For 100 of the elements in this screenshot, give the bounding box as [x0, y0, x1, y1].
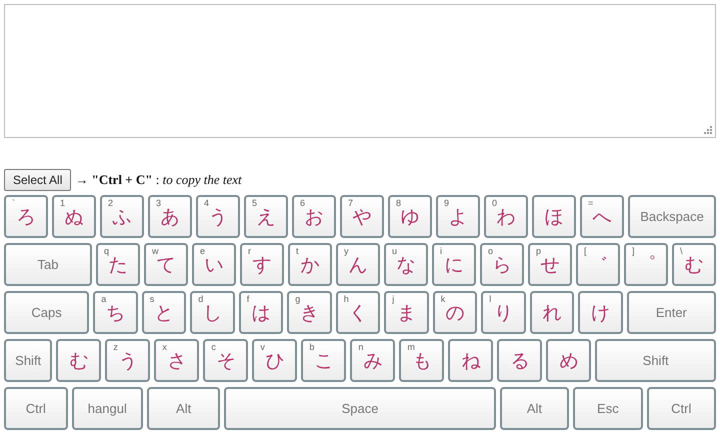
- key[interactable]: 6 お: [292, 195, 336, 238]
- key[interactable]: Alt: [147, 387, 220, 430]
- key-label: へ: [592, 206, 612, 230]
- key[interactable]: r す: [240, 243, 284, 286]
- key[interactable]: e い: [192, 243, 236, 286]
- key[interactable]: Ctrl: [646, 387, 716, 430]
- key[interactable]: れ: [530, 291, 574, 334]
- key[interactable]: Backspace: [628, 195, 716, 238]
- key-label: ひ: [265, 350, 284, 374]
- key-label: め: [559, 350, 578, 374]
- key-hint: m: [407, 343, 415, 352]
- key-hint: ]: [632, 247, 635, 256]
- key[interactable]: む: [56, 339, 102, 382]
- key[interactable]: Esc: [573, 387, 643, 430]
- key[interactable]: d し: [190, 291, 235, 334]
- key[interactable]: る: [497, 339, 542, 382]
- key[interactable]: Space: [224, 387, 496, 430]
- key-label: は: [251, 302, 270, 326]
- key-hint: s: [150, 295, 154, 304]
- key-label: ゆ: [400, 206, 420, 230]
- key-hint: l: [489, 295, 492, 304]
- key[interactable]: 3 あ: [148, 195, 192, 238]
- key[interactable]: け: [578, 291, 623, 334]
- key-label: ゛: [588, 254, 608, 278]
- key[interactable]: Caps: [4, 291, 90, 334]
- key-label: ま: [396, 302, 416, 326]
- key[interactable]: j ま: [384, 291, 429, 334]
- key[interactable]: Shift: [595, 339, 716, 382]
- key[interactable]: ほ: [532, 195, 576, 238]
- key[interactable]: hangul: [72, 387, 143, 430]
- key[interactable]: o ら: [480, 243, 524, 286]
- key[interactable]: \ む: [672, 243, 716, 286]
- key[interactable]: m も: [399, 339, 444, 382]
- key[interactable]: z う: [105, 339, 150, 382]
- key-label: せ: [540, 254, 560, 278]
- key-hint: 0: [492, 199, 498, 208]
- key[interactable]: 9 よ: [436, 195, 480, 238]
- key-label: む: [69, 350, 88, 374]
- key[interactable]: Alt: [500, 387, 570, 430]
- key[interactable]: 7 や: [340, 195, 384, 238]
- key[interactable]: n み: [350, 339, 396, 382]
- key[interactable]: め: [546, 339, 592, 382]
- key[interactable]: [ ゛: [576, 243, 620, 286]
- key-label: こ: [314, 350, 334, 374]
- key[interactable]: ね: [448, 339, 494, 382]
- key-hint: [: [584, 247, 587, 256]
- key-label: と: [154, 302, 174, 326]
- key[interactable]: 8 ゆ: [388, 195, 432, 238]
- key-hint: e: [200, 247, 206, 256]
- key[interactable]: 5 え: [244, 195, 288, 238]
- key[interactable]: ] ゜: [624, 243, 668, 286]
- key-hint: c: [211, 343, 216, 352]
- key[interactable]: l り: [481, 291, 526, 334]
- key-hint: o: [488, 247, 494, 256]
- key-label: ち: [106, 302, 125, 326]
- key-hint: 6: [300, 199, 306, 208]
- key-hint: b: [309, 343, 314, 352]
- key[interactable]: a ち: [93, 291, 138, 334]
- key-hint: 8: [396, 199, 402, 208]
- key-hint: =: [588, 199, 594, 208]
- key[interactable]: f は: [238, 291, 284, 334]
- key-label: う: [118, 350, 138, 374]
- key[interactable]: g き: [287, 291, 332, 334]
- key[interactable]: 1 ぬ: [52, 195, 96, 238]
- key[interactable]: w て: [144, 243, 188, 286]
- key[interactable]: c そ: [203, 339, 248, 382]
- key[interactable]: ` ろ: [4, 195, 48, 238]
- key[interactable]: h く: [336, 291, 380, 334]
- key[interactable]: s と: [142, 291, 186, 334]
- key-hint: 1: [60, 199, 66, 208]
- key[interactable]: y ん: [336, 243, 380, 286]
- key[interactable]: q た: [96, 243, 140, 286]
- key[interactable]: = へ: [580, 195, 624, 238]
- key[interactable]: u な: [384, 243, 428, 286]
- key-hint: 9: [444, 199, 450, 208]
- key[interactable]: Shift: [4, 339, 52, 382]
- key[interactable]: k の: [432, 291, 478, 334]
- key[interactable]: p せ: [528, 243, 572, 286]
- key[interactable]: i に: [432, 243, 476, 286]
- key[interactable]: 2 ふ: [100, 195, 144, 238]
- key-hint: 4: [204, 199, 210, 208]
- key[interactable]: Enter: [626, 291, 716, 334]
- select-all-button[interactable]: Select All: [4, 169, 72, 191]
- key-label: ほ: [544, 206, 564, 230]
- key-label: わ: [496, 206, 516, 230]
- key-hint: 5: [252, 199, 258, 208]
- key-label: な: [396, 254, 416, 278]
- key[interactable]: Tab: [4, 243, 92, 286]
- key-hint: z: [113, 343, 118, 352]
- key[interactable]: x さ: [154, 339, 200, 382]
- key[interactable]: 4 う: [196, 195, 240, 238]
- resize-grip-icon[interactable]: [703, 125, 713, 135]
- key[interactable]: 0 わ: [484, 195, 528, 238]
- key[interactable]: b こ: [301, 339, 346, 382]
- key-hint: n: [358, 343, 364, 352]
- key[interactable]: v ひ: [252, 339, 298, 382]
- key[interactable]: t か: [288, 243, 332, 286]
- key-label: り: [494, 302, 513, 326]
- key[interactable]: Ctrl: [4, 387, 68, 430]
- key-label: ろ: [16, 206, 36, 230]
